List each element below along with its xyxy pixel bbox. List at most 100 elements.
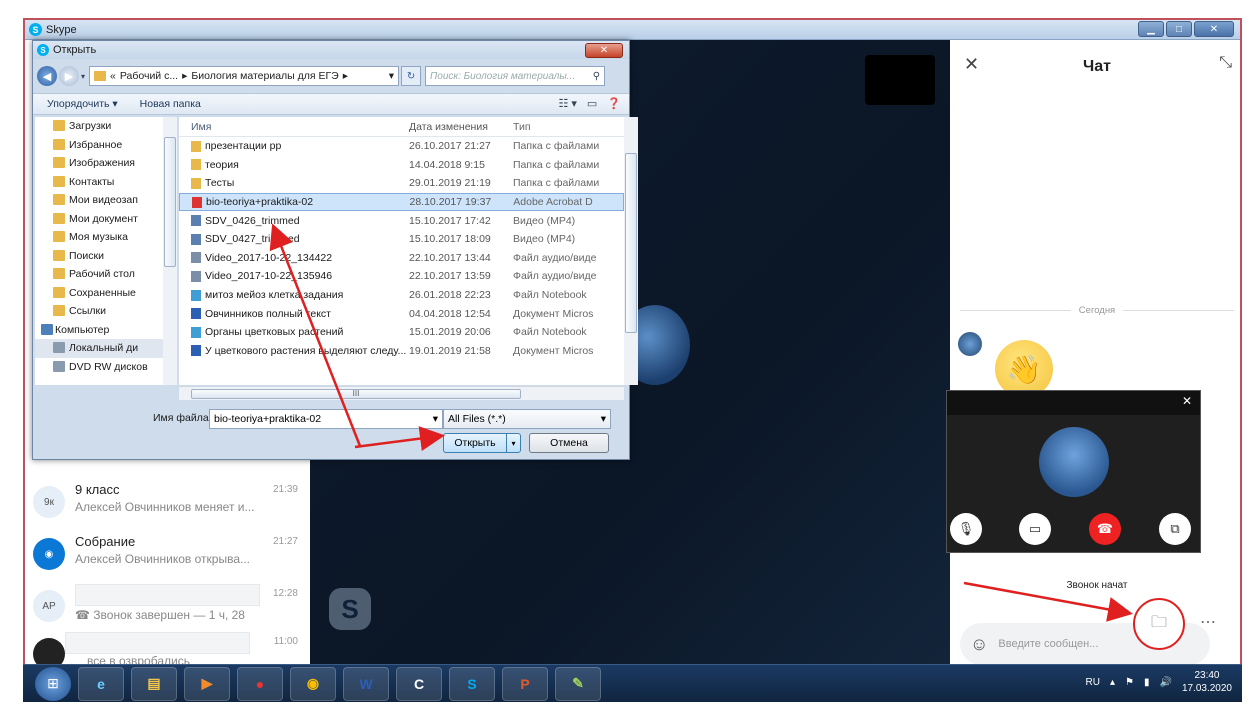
new-folder-button[interactable]: Новая папка (140, 98, 201, 110)
word-icon[interactable]: W (343, 666, 389, 701)
view-options-icon[interactable]: ☷ ▾ (558, 97, 576, 110)
nav-scrollbar[interactable] (163, 117, 177, 385)
horizontal-scrollbar[interactable]: III (179, 386, 624, 400)
file-row[interactable]: презентации рр 26.10.2017 21:27 Папка с фа… (179, 137, 624, 156)
folder-icon (191, 159, 201, 171)
file-type-select[interactable]: All Files (*.*) ▾ (443, 409, 611, 429)
organize-button[interactable]: Упорядочить ▾ (47, 98, 118, 110)
file-row[interactable]: митоз мейоз клетка задания 26.01.2018 22:… (179, 286, 624, 305)
file-date: 22.10.2017 13:44 (409, 251, 491, 264)
breadcrumb[interactable]: « Рабочий с... ▸ Биология материалы для … (89, 66, 400, 86)
breadcrumb-item[interactable]: Биология материалы для ЕГЭ (191, 70, 338, 82)
file-name: У цветкового растения выделяют следу... (205, 344, 407, 357)
switch-window-icon[interactable]: ⧉ (1159, 513, 1191, 545)
file-list-scrollbar[interactable] (624, 117, 638, 385)
skype-window: S Skype ▁ □ ✕ ✕ Чат ⤡ Сегодня 👋 Звонок н… (23, 18, 1242, 702)
video-icon (191, 233, 201, 245)
nav-item[interactable]: Мои видеозап (35, 191, 176, 210)
nav-item[interactable]: Моя музыка (35, 228, 176, 247)
search-icon: ⚲ (592, 70, 601, 82)
file-row[interactable]: Video_2017-10-22_135946 22.10.2017 13:59 Ф… (179, 267, 624, 286)
open-button[interactable]: Открыть ▾ (443, 433, 521, 453)
search-input[interactable]: Поиск: Биология материалы... ⚲ (425, 66, 606, 86)
file-date: 15.10.2017 18:09 (409, 233, 491, 246)
app-icon[interactable]: C (396, 666, 442, 701)
nav-item[interactable]: Загрузки (35, 117, 176, 136)
smiley-icon[interactable]: ☺ (970, 634, 988, 655)
chevron-down-icon[interactable]: ▾ (433, 413, 438, 425)
start-button[interactable]: ⊞ (35, 666, 71, 701)
close-icon[interactable]: ✕ (1182, 394, 1192, 408)
help-icon[interactable]: ❓ (607, 97, 621, 110)
filename-input[interactable]: bio-teoriya+praktika-02 ▾ (209, 409, 443, 429)
minimize-button[interactable]: ▁ (1138, 21, 1164, 37)
flag-icon[interactable]: ⚑ (1125, 677, 1134, 688)
chevron-down-icon[interactable]: ▾ (389, 70, 394, 82)
tray-expand-icon[interactable]: ▴ (1110, 677, 1115, 688)
explorer-icon[interactable]: ▤ (131, 666, 177, 701)
message-placeholder: Введите сообщен... (998, 638, 1099, 650)
refresh-icon[interactable]: ↻ (401, 66, 422, 86)
file-row[interactable]: bio-teoriya+praktika-02 28.10.2017 19:37 A… (179, 192, 624, 212)
attach-file-icon[interactable]: 🗀 (1133, 598, 1185, 650)
file-row[interactable]: У цветкового растения выделяют следу... 1… (179, 342, 624, 361)
column-date[interactable]: Дата изменения (409, 121, 513, 133)
nav-item[interactable]: Сохраненные (35, 284, 176, 303)
end-call-icon[interactable]: ☎ (1089, 513, 1121, 545)
column-type[interactable]: Тип (513, 121, 623, 133)
list-item[interactable]: АР ☎ Звонок завершен — 1 ч, 28 12:28 (25, 582, 310, 634)
nav-item[interactable]: Изображения (35, 154, 176, 173)
nav-item[interactable]: Поиски (35, 247, 176, 266)
ie-icon[interactable]: e (78, 666, 124, 701)
skype-icon[interactable]: S (449, 666, 495, 701)
chat-preview: ☎ Звонок завершен — 1 ч, 28 (75, 608, 245, 622)
nav-item[interactable]: Мои документ (35, 210, 176, 229)
chrome-icon[interactable]: ◉ (290, 666, 336, 701)
file-row[interactable]: Органы цветковых растений 15.01.2019 20:0… (179, 323, 624, 342)
nav-item[interactable]: Рабочий стол (35, 265, 176, 284)
more-options-icon[interactable]: ⋯ (1200, 612, 1216, 632)
language-indicator[interactable]: RU (1086, 677, 1100, 688)
nav-item[interactable]: Контакты (35, 173, 176, 192)
camera-icon[interactable]: ▭ (1019, 513, 1051, 545)
media-player-icon[interactable]: ▶ (184, 666, 230, 701)
list-item[interactable]: 9к 9 класс Алексей Овчинников меняет и..… (25, 478, 310, 530)
chevron-down-icon[interactable]: ▾ (506, 434, 520, 452)
column-name[interactable]: Имя (179, 121, 409, 133)
preview-pane-icon[interactable]: ▭ (587, 97, 597, 110)
list-item[interactable]: ◉ Собрание Алексей Овчинников открыва...… (25, 530, 310, 582)
app-icon[interactable]: ● (237, 666, 283, 701)
maximize-button[interactable]: □ (1166, 21, 1192, 37)
breadcrumb-item[interactable]: Рабочий с... (120, 70, 178, 82)
dialog-close-button[interactable]: ✕ (585, 43, 623, 58)
file-row[interactable]: Video_2017-10-22_134422 22.10.2017 13:44 Ф… (179, 249, 624, 268)
forward-icon[interactable]: ▶ (59, 66, 79, 86)
recent-dropdown-icon[interactable]: ▾ (81, 72, 85, 81)
file-date: 04.04.2018 12:54 (409, 307, 491, 320)
participant-avatar (1039, 427, 1109, 497)
nav-item[interactable]: Избранное (35, 136, 176, 155)
avatar[interactable] (958, 332, 982, 356)
notebook-icon[interactable]: ✎ (555, 666, 601, 701)
close-button[interactable]: ✕ (1194, 21, 1234, 37)
powerpoint-icon[interactable]: P (502, 666, 548, 701)
network-icon[interactable]: ▮ (1144, 677, 1150, 688)
word-icon (191, 345, 201, 357)
file-row[interactable]: Овчинников полный текст 04.04.2018 12:54 Д… (179, 304, 624, 323)
file-row[interactable]: SDV_0427_trimmed 15.10.2017 18:09 Видео (M… (179, 230, 624, 249)
back-icon[interactable]: ◀ (37, 66, 57, 86)
nav-item[interactable]: Компьютер (35, 321, 176, 340)
file-row[interactable]: теория 14.04.2018 9:15 Папка с файлами (179, 156, 624, 175)
file-row[interactable]: SDV_0426_trimmed 15.10.2017 17:42 Видео (M… (179, 211, 624, 230)
nav-item[interactable]: Ссылки (35, 302, 176, 321)
volume-icon[interactable]: 🔊 (1159, 677, 1171, 688)
cancel-button[interactable]: Отмена (529, 433, 609, 453)
nav-item[interactable]: Локальный ди (35, 339, 176, 358)
microphone-icon[interactable]: 🎙 (950, 513, 982, 545)
file-type: Файл Notebook (513, 326, 587, 339)
clock[interactable]: 23:40 17.03.2020 (1182, 669, 1232, 695)
nav-item[interactable]: DVD RW дисков (35, 358, 176, 377)
file-type: Документ Micros (513, 307, 594, 320)
expand-icon[interactable]: ⤡ (1219, 54, 1232, 72)
file-row[interactable]: Тесты 29.01.2019 21:19 Папка с файлами (179, 174, 624, 193)
